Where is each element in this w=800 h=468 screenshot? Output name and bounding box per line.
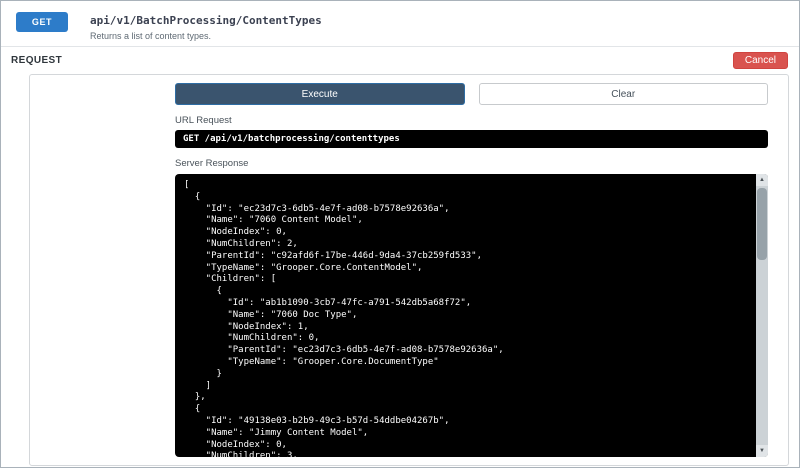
clear-button[interactable]: Clear (479, 83, 769, 105)
scrollbar-thumb[interactable] (757, 188, 767, 260)
request-panel-content: Execute Clear URL Request GET /api/v1/ba… (175, 75, 768, 465)
server-response-label: Server Response (175, 158, 768, 169)
console-scrollbar[interactable]: ▲ ▼ (756, 174, 768, 457)
api-endpoint-page: GET api/v1/BatchProcessing/ContentTypes … (0, 0, 800, 468)
endpoint-info: api/v1/BatchProcessing/ContentTypes Retu… (90, 12, 322, 41)
execute-button[interactable]: Execute (175, 83, 465, 105)
get-method-badge[interactable]: GET (16, 12, 68, 32)
action-row: Execute Clear (175, 83, 768, 105)
scroll-up-icon[interactable]: ▲ (756, 174, 768, 186)
request-section-label: REQUEST (11, 55, 62, 66)
endpoint-description: Returns a list of content types. (90, 31, 322, 41)
endpoint-header: GET api/v1/BatchProcessing/ContentTypes … (1, 1, 799, 46)
cancel-button[interactable]: Cancel (733, 52, 788, 69)
server-response-body: [ { "Id": "ec23d7c3-6db5-4e7f-ad08-b7578… (175, 174, 768, 457)
url-request-value: GET /api/v1/batchprocessing/contenttypes (175, 130, 768, 148)
server-response-console: [ { "Id": "ec23d7c3-6db5-4e7f-ad08-b7578… (175, 174, 768, 457)
url-request-label: URL Request (175, 115, 768, 126)
request-panel: Execute Clear URL Request GET /api/v1/ba… (29, 74, 789, 466)
endpoint-path: api/v1/BatchProcessing/ContentTypes (90, 14, 322, 27)
scroll-down-icon[interactable]: ▼ (756, 445, 768, 457)
request-bar: REQUEST Cancel (1, 47, 799, 72)
